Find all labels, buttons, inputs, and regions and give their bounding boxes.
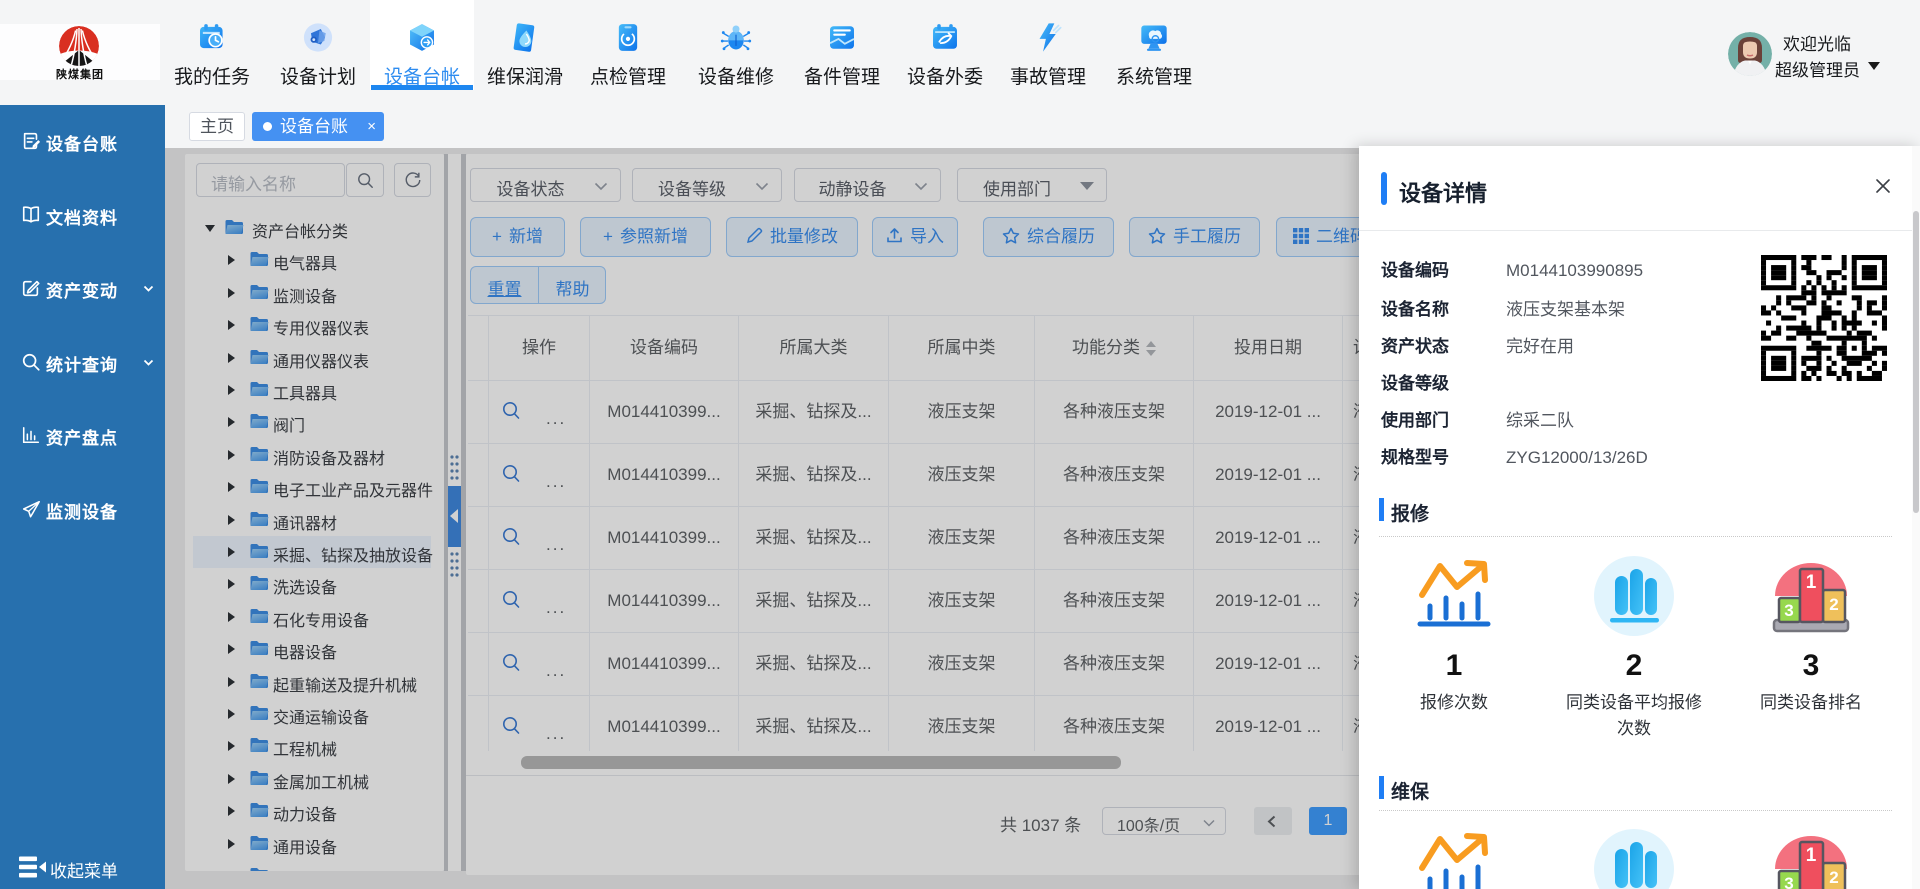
svg-text:1: 1 [1806,845,1817,866]
svg-text:2: 2 [1829,595,1838,614]
svg-text:1: 1 [1806,572,1817,593]
svg-text:3: 3 [1784,874,1793,889]
svg-text:3: 3 [1784,601,1793,620]
svg-text:2: 2 [1829,868,1838,887]
